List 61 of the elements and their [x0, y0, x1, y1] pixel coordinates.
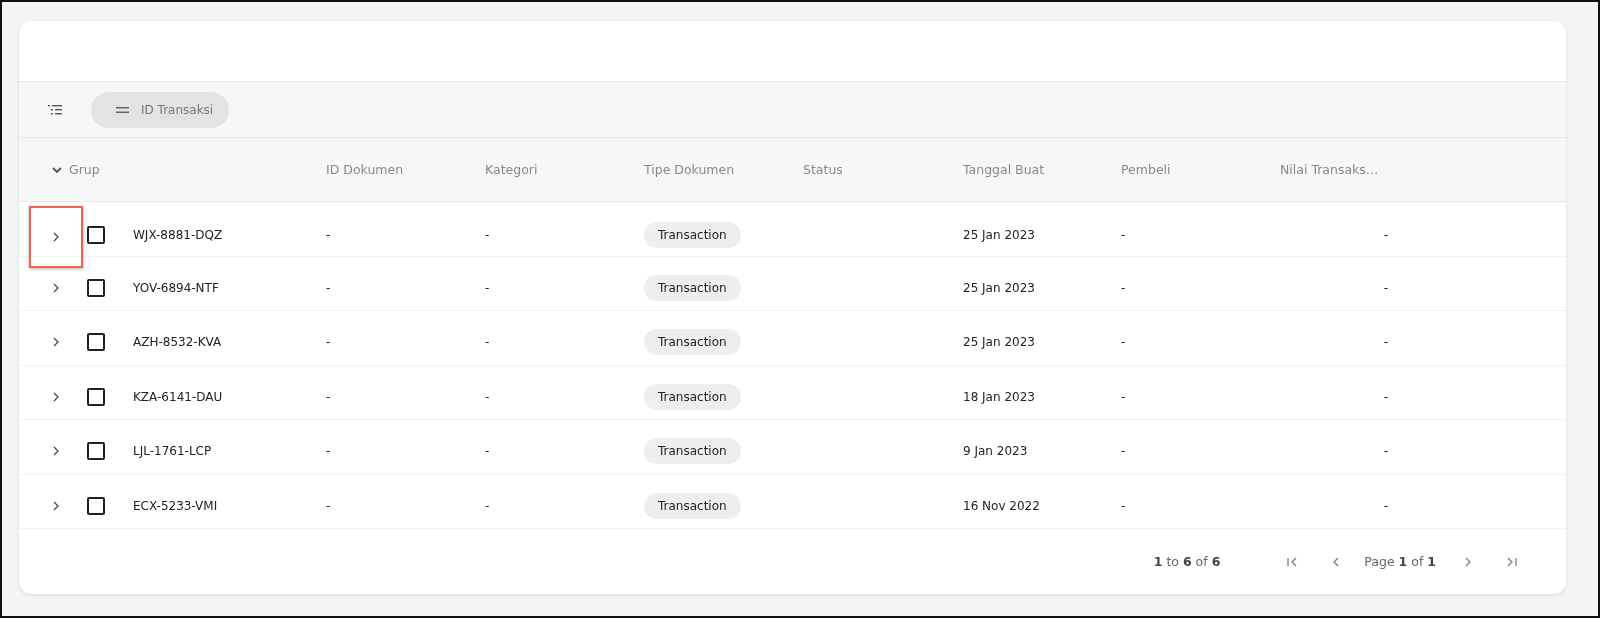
- column-header[interactable]: Kategori: [485, 162, 644, 177]
- table-cell-text: -: [326, 280, 332, 295]
- column-header[interactable]: Nilai Transaks…: [1280, 162, 1388, 177]
- drag-handle-icon: [116, 106, 129, 113]
- table-cell: -: [1383, 444, 1388, 458]
- column-header[interactable]: Grup: [69, 162, 100, 177]
- table-cell-text: -: [1121, 498, 1127, 513]
- type-tag: Transaction: [644, 329, 741, 355]
- table-cell-text: -: [1121, 228, 1127, 242]
- table-cell-text: -: [326, 335, 332, 349]
- column-header[interactable]: Tanggal Buat: [963, 162, 1121, 177]
- table-cell-text: 25 Jan 2023: [963, 280, 1036, 295]
- table-cell: -: [1383, 228, 1388, 242]
- table-cell-text: -: [485, 389, 491, 404]
- table-cell-text: 25 Jan 2023: [963, 335, 1036, 349]
- checkbox[interactable]: [87, 333, 105, 351]
- table-cell: -: [1383, 498, 1388, 513]
- grouping-icon[interactable]: [48, 103, 62, 116]
- table-cell-text: -: [485, 444, 491, 458]
- table-cell-text: -: [1121, 444, 1127, 458]
- type-tag: Transaction: [644, 383, 741, 410]
- type-tag: Transaction: [644, 274, 741, 301]
- table-cell-text: -: [1121, 280, 1127, 295]
- group-id: LJL-1761-LCP: [133, 444, 213, 458]
- table-cell-text: 9 Jan 2023: [963, 444, 1029, 458]
- type-tag: Transaction: [644, 438, 741, 464]
- table-cell-text: -: [326, 498, 332, 513]
- table-cell-text: -: [326, 444, 332, 458]
- table-cell-text: -: [485, 335, 491, 349]
- group-id: ECX-5233-VMI: [133, 498, 219, 513]
- table-cell-text: -: [485, 228, 491, 242]
- group-chip[interactable]: ID Transaksi: [91, 91, 230, 128]
- table-cell: -: [1383, 280, 1388, 295]
- page-indicator: Page 1 of 1: [1364, 554, 1436, 569]
- column-header[interactable]: Tipe Dokumen: [644, 162, 803, 177]
- table-cell-text: -: [485, 498, 491, 513]
- table-cell-text: -: [326, 228, 332, 242]
- group-id: AZH-8532-KVA: [133, 335, 223, 349]
- group-id: WJX-8881-DQZ: [133, 228, 224, 242]
- checkbox[interactable]: [87, 387, 105, 406]
- checkbox[interactable]: [87, 226, 105, 244]
- column-header[interactable]: Pembeli: [1121, 162, 1280, 177]
- table-cell-text: -: [1121, 389, 1127, 404]
- checkbox[interactable]: [87, 278, 105, 297]
- table-cell: -: [1383, 335, 1388, 349]
- table-cell-text: 18 Jan 2023: [963, 389, 1036, 404]
- table-cell-text: -: [326, 389, 332, 404]
- table-cell: -: [1383, 389, 1388, 404]
- table-cell-text: 16 Nov 2022: [963, 498, 1041, 513]
- table-cell-text: 25 Jan 2023: [963, 228, 1036, 242]
- checkbox[interactable]: [87, 496, 105, 515]
- row-count: 1 to 6 of 6: [1153, 554, 1221, 569]
- table-cell-text: -: [1121, 335, 1127, 349]
- table-cell-text: -: [485, 280, 491, 295]
- type-tag: Transaction: [644, 222, 741, 248]
- column-header[interactable]: ID Dokumen: [326, 162, 485, 177]
- checkbox[interactable]: [87, 442, 105, 460]
- group-id: YOV-6894-NTF: [133, 280, 220, 295]
- type-tag: Transaction: [644, 492, 741, 519]
- group-id: KZA-6141-DAU: [133, 389, 224, 404]
- column-header[interactable]: Status: [803, 162, 963, 177]
